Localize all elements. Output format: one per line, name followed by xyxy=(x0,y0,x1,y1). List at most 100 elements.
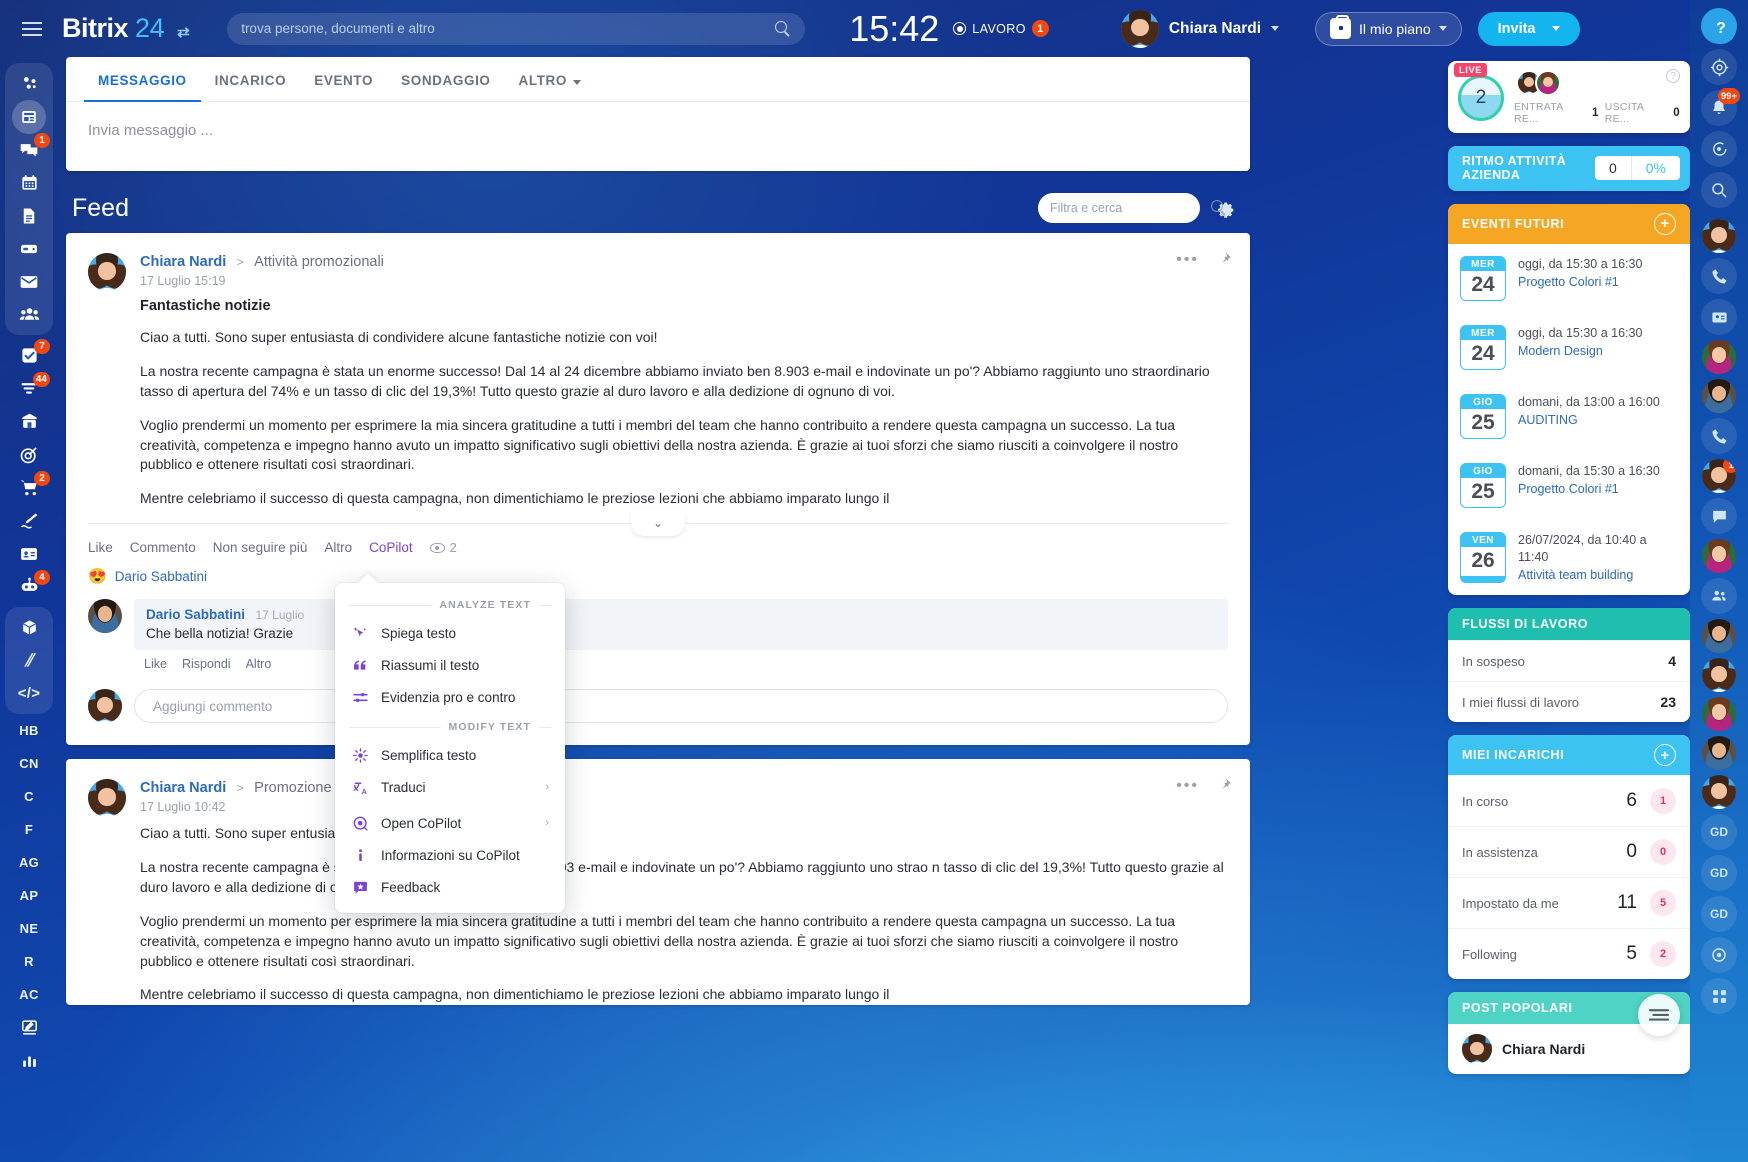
help-button[interactable]: ? xyxy=(1706,14,1736,44)
rightrail-messages[interactable] xyxy=(1701,131,1737,167)
like-button[interactable]: Like xyxy=(88,540,113,555)
sidebar-item-ap[interactable]: AP xyxy=(5,879,53,912)
switch-icon[interactable]: ⇄ xyxy=(177,24,189,41)
menu-item-evidenzia-pro-e-contro[interactable]: Evidenzia pro e contro xyxy=(335,681,565,713)
pin-icon[interactable] xyxy=(1217,251,1232,269)
rightrail-search[interactable] xyxy=(1701,172,1737,208)
avatar[interactable] xyxy=(1702,736,1736,770)
rightrail-call[interactable] xyxy=(1701,258,1737,294)
rightrail-chat[interactable] xyxy=(1701,498,1737,534)
avatar[interactable] xyxy=(88,599,122,633)
menu-item-informazioni-su-copilot[interactable]: Informazioni su CoPilot xyxy=(335,839,565,871)
event-name[interactable]: Attività team building xyxy=(1518,567,1678,584)
menu-item-semplifica-testo[interactable]: Semplifica testo xyxy=(335,739,565,771)
smiley-heart-icon[interactable]: 😍 xyxy=(88,567,107,585)
sidebar-item-documents[interactable] xyxy=(5,199,53,232)
menu-item-feedback[interactable]: Feedback xyxy=(335,871,565,903)
unfollow-button[interactable]: Non seguire più xyxy=(213,540,308,555)
menu-toggle-button[interactable] xyxy=(12,22,52,36)
chevron-down-icon[interactable] xyxy=(1271,26,1279,31)
sidebar-item-company[interactable] xyxy=(5,405,53,438)
event-item[interactable]: MER 24 oggi, da 15:30 a 16:30 Modern Des… xyxy=(1448,313,1690,382)
post-more-button[interactable]: ••• xyxy=(1176,251,1199,269)
event-name[interactable]: Progetto Colori #1 xyxy=(1518,481,1660,498)
avatar[interactable] xyxy=(1702,539,1736,573)
task-row[interactable]: In assistenza 0 0 xyxy=(1448,826,1690,877)
avatar[interactable] xyxy=(1535,70,1561,96)
menu-item-spiega-testo[interactable]: Spiega testo xyxy=(335,617,565,649)
expand-post-button[interactable]: ⌄ xyxy=(631,510,685,536)
bitrix-logo[interactable]: Bitrix 24 ⇄ xyxy=(62,13,189,44)
avatar[interactable] xyxy=(1702,619,1736,653)
copilot-button[interactable]: CoPilot xyxy=(369,540,413,555)
rightrail-apps[interactable] xyxy=(1701,978,1737,1014)
comment-reply-button[interactable]: Rispondi xyxy=(182,657,231,671)
sidebar-item-ac[interactable]: AC xyxy=(5,978,53,1011)
chevron-right-icon[interactable]: › xyxy=(545,781,549,793)
sidebar-item-feed[interactable] xyxy=(5,100,53,133)
event-item[interactable]: GIO 25 domani, da 15:30 a 16:30 Progetto… xyxy=(1448,451,1690,520)
workflow-row[interactable]: In sospeso 4 xyxy=(1448,640,1690,681)
sidebar-item-edit[interactable] xyxy=(5,1011,53,1044)
event-item[interactable]: VEN 26 26/07/2024, da 10:40 a 11:40 Atti… xyxy=(1448,520,1690,596)
comment-button[interactable]: Commento xyxy=(130,540,196,555)
tab-evento[interactable]: EVENTO xyxy=(300,57,387,101)
invite-button[interactable]: Invita xyxy=(1478,12,1580,46)
comment-like-button[interactable]: Like xyxy=(144,657,167,671)
rightrail-notifications[interactable]: 99+ xyxy=(1701,90,1737,126)
reaction-user[interactable]: Dario Sabbatini xyxy=(115,569,207,584)
sidebar-item-analytics[interactable]: ⫽ xyxy=(5,644,53,677)
sidebar-item-shop[interactable]: 2 xyxy=(5,471,53,504)
rightrail-copilot[interactable] xyxy=(1701,937,1737,973)
avatar[interactable] xyxy=(1462,1034,1492,1064)
event-name[interactable]: AUDITING xyxy=(1518,412,1660,429)
menu-item-traduci[interactable]: A Traduci › xyxy=(335,771,565,803)
event-name[interactable]: Modern Design xyxy=(1518,343,1642,360)
chevron-right-icon[interactable]: › xyxy=(545,817,549,829)
task-row[interactable]: Impostato da me 11 5 xyxy=(1448,877,1690,928)
comment-author[interactable]: Dario Sabbatini xyxy=(146,607,245,622)
chevron-down-icon[interactable] xyxy=(573,80,581,85)
sidebar-item-automation[interactable]: 4 xyxy=(5,570,53,603)
task-row[interactable]: In corso 6 1 xyxy=(1448,775,1690,826)
avatar[interactable] xyxy=(1702,697,1736,731)
post-group[interactable]: Attività promozionali xyxy=(254,254,384,270)
tab-incarico[interactable]: INCARICO xyxy=(201,57,301,101)
sidebar-item-reports[interactable] xyxy=(5,1044,53,1077)
sidebar-item-devtools[interactable]: </> xyxy=(5,677,53,710)
help-icon[interactable]: ? xyxy=(1666,69,1680,83)
add-event-button[interactable]: + xyxy=(1654,213,1676,235)
search-icon[interactable] xyxy=(775,21,791,37)
tab-messaggio[interactable]: MESSAGGIO xyxy=(84,57,201,101)
avatar[interactable] xyxy=(1702,658,1736,692)
avatar[interactable]: 1 xyxy=(1702,459,1736,493)
sidebar-item-crm[interactable]: 44 xyxy=(5,372,53,405)
avatar[interactable] xyxy=(1702,775,1736,809)
feed-search-input[interactable] xyxy=(1050,201,1211,215)
chevron-down-icon[interactable] xyxy=(1552,26,1560,31)
menu-item-open-copilot[interactable]: Open CoPilot › xyxy=(335,807,565,839)
post-author[interactable]: Chiara Nardi xyxy=(140,780,226,796)
rightrail-group[interactable] xyxy=(1701,578,1737,614)
sidebar-item-ag[interactable]: AG xyxy=(5,846,53,879)
message-input[interactable]: Invia messaggio ... xyxy=(66,102,1250,171)
avatar[interactable] xyxy=(1121,10,1159,48)
menu-item-riassumi-il-testo[interactable]: Riassumi il testo xyxy=(335,649,565,681)
event-name[interactable]: Progetto Colori #1 xyxy=(1518,274,1642,291)
event-item[interactable]: GIO 25 domani, da 13:00 a 16:00 AUDITING xyxy=(1448,382,1690,451)
sidebar-item-vibes[interactable] xyxy=(5,67,53,100)
activity-rhythm-widget[interactable]: RITMO ATTIVITÀ AZIENDA 0 0% xyxy=(1448,146,1690,191)
sidebar-item-calendar[interactable] xyxy=(5,166,53,199)
rightrail-call-2[interactable] xyxy=(1701,418,1737,454)
more-button[interactable]: Altro xyxy=(324,540,352,555)
avatar[interactable] xyxy=(1702,379,1736,413)
chevron-down-icon[interactable] xyxy=(1439,26,1447,31)
sidebar-item-mail[interactable] xyxy=(5,265,53,298)
pin-icon[interactable] xyxy=(1217,777,1232,795)
sidebar-item-sites[interactable] xyxy=(5,504,53,537)
rightrail-gd-1[interactable]: GD xyxy=(1701,814,1737,850)
sidebar-item-drive[interactable] xyxy=(5,232,53,265)
my-plan-button[interactable]: Il mio piano xyxy=(1315,12,1462,46)
sidebar-item-c[interactable]: C xyxy=(5,780,53,813)
sidebar-item-r[interactable]: R xyxy=(5,945,53,978)
